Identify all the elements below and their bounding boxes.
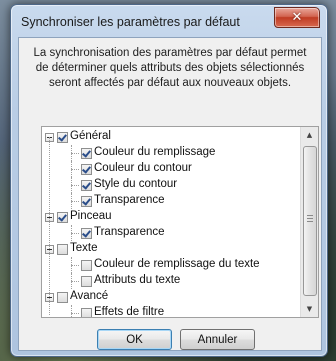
- tree-item-label: Général: [70, 130, 111, 142]
- tree-child-item[interactable]: Transparence: [42, 193, 300, 209]
- tree-child-item[interactable]: Couleur du contour: [42, 161, 300, 177]
- attributes-tree[interactable]: Général Couleur du remplissage Couleur du …: [41, 126, 319, 318]
- ok-button[interactable]: OK: [97, 329, 172, 350]
- checkbox[interactable]: [57, 132, 68, 143]
- tree-connector: [71, 313, 79, 314]
- tree-connector: [71, 257, 72, 273]
- tree-connector: [71, 177, 72, 193]
- tree-connector: [71, 233, 79, 234]
- tree-group-item[interactable]: Texte: [42, 241, 300, 257]
- dialog-window: Synchroniser les paramètres par défaut ✕…: [10, 4, 328, 357]
- checkbox[interactable]: [57, 292, 68, 303]
- checkbox[interactable]: [81, 308, 92, 317]
- checkbox[interactable]: [81, 164, 92, 175]
- tree-group-item[interactable]: Général: [42, 129, 300, 145]
- tree-connector: [71, 225, 72, 241]
- checkbox[interactable]: [81, 148, 92, 159]
- tree-item-label: Couleur de remplissage du texte: [94, 258, 260, 270]
- tree-connector: [71, 265, 79, 266]
- tree-connector: [71, 201, 79, 202]
- checkbox[interactable]: [57, 244, 68, 255]
- tree-item-label: Couleur du contour: [94, 162, 192, 174]
- tree-item-label: Texte: [70, 242, 98, 254]
- checkbox[interactable]: [81, 260, 92, 271]
- close-icon: ✕: [291, 10, 303, 25]
- scroll-down-arrow-icon[interactable]: ▼: [301, 301, 318, 317]
- tree-connector: [71, 305, 72, 317]
- tree-item-label: Couleur du remplissage: [94, 146, 216, 158]
- description-text: La synchronisation des paramètres par dé…: [33, 47, 307, 89]
- tree-group-item[interactable]: Avancé: [42, 289, 300, 305]
- scrollbar-thumb[interactable]: [303, 146, 317, 296]
- scrollbar-grip-icon: [307, 215, 313, 222]
- tree-child-item[interactable]: Style du contour: [42, 177, 300, 193]
- tree-child-item[interactable]: Transparence: [42, 225, 300, 241]
- tree-connector: [71, 185, 79, 186]
- tree-connector: [71, 193, 72, 209]
- tree-connector: [71, 273, 72, 289]
- close-button[interactable]: ✕: [274, 7, 320, 28]
- scroll-up-arrow-icon[interactable]: ▲: [301, 127, 318, 143]
- checkbox[interactable]: [81, 276, 92, 287]
- tree-item-label: Pinceau: [70, 210, 112, 222]
- checkbox[interactable]: [81, 180, 92, 191]
- tree-connector: [71, 145, 72, 161]
- tree-child-item[interactable]: Couleur du remplissage: [42, 145, 300, 161]
- checkbox[interactable]: [57, 212, 68, 223]
- tree-connector: [71, 169, 79, 170]
- tree-item-label: Style du contour: [94, 178, 178, 190]
- tree-item-label: Avancé: [70, 290, 109, 302]
- tree-child-item[interactable]: Couleur de remplissage du texte: [42, 257, 300, 273]
- dialog-title: Synchroniser les paramètres par défaut: [21, 15, 240, 29]
- checkbox[interactable]: [81, 196, 92, 207]
- dialog-body: La synchronisation des paramètres par dé…: [18, 37, 322, 351]
- tree-connector: [71, 161, 72, 177]
- tree-item-label: Transparence: [94, 194, 165, 206]
- tree-item-label: Effets de filtre: [94, 306, 165, 318]
- tree-group-item[interactable]: Pinceau: [42, 209, 300, 225]
- tree-item-label: Attributs du texte: [94, 274, 181, 286]
- tree-item-label: Transparence: [94, 226, 165, 238]
- cancel-button[interactable]: Annuler: [180, 329, 255, 350]
- tree-child-item[interactable]: Effets de filtre: [42, 305, 300, 318]
- tree-connector: [71, 153, 79, 154]
- title-bar[interactable]: Synchroniser les paramètres par défaut ✕: [11, 5, 327, 37]
- tree-child-item[interactable]: Attributs du texte: [42, 273, 300, 289]
- tree-root-connector: [49, 137, 50, 315]
- checkbox[interactable]: [81, 228, 92, 239]
- tree-connector: [71, 281, 79, 282]
- vertical-scrollbar[interactable]: ▲ ▼: [300, 127, 318, 317]
